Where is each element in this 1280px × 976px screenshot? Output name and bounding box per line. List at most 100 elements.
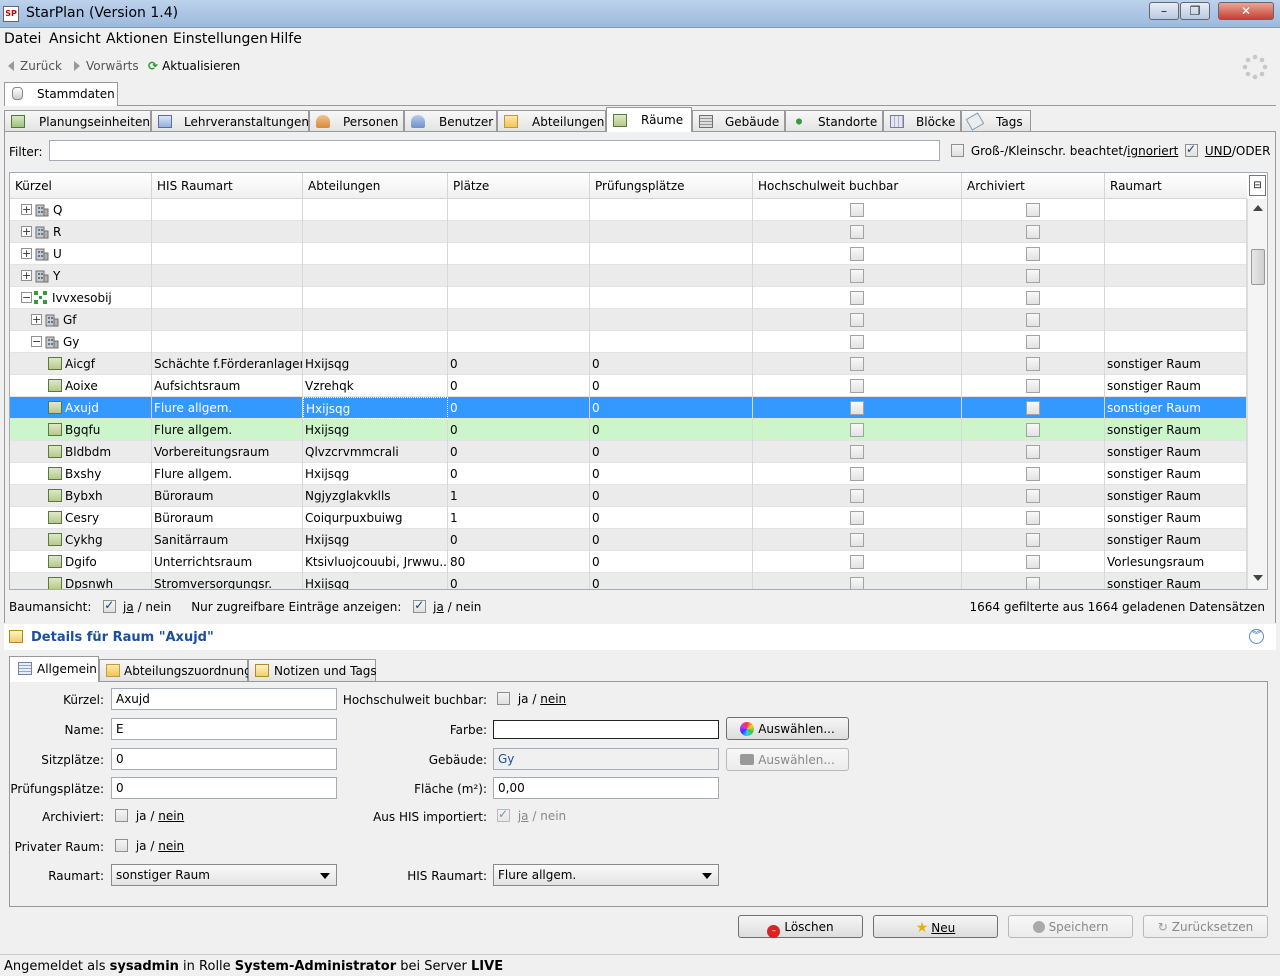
table-row[interactable]: Axujd Flure allgem. Hxijsqg 0 0 sonstiger Rau… [10, 397, 1247, 419]
forward-button[interactable]: Vorwärts [74, 59, 139, 73]
scroll-up-icon[interactable] [1253, 205, 1263, 211]
table-row[interactable]: + Gf [10, 309, 1247, 331]
table-row[interactable]: + U [10, 243, 1247, 265]
tab-abteilungen[interactable]: Abteilungen [497, 110, 606, 132]
expand-icon[interactable]: + [21, 248, 32, 259]
flaeche-field[interactable]: 0,00 [493, 777, 719, 799]
archiviert-checkbox[interactable] [1026, 203, 1040, 217]
hochschulweit-checkbox[interactable] [850, 203, 864, 217]
tab-tags[interactable]: Tags [961, 110, 1031, 132]
baumansicht-nein[interactable]: / nein [138, 600, 172, 614]
table-row[interactable]: Bxshy Flure allgem. Hxijsqg 0 0 sonstiger Rau… [10, 463, 1247, 485]
collapse-icon[interactable]: − [31, 336, 42, 347]
expand-icon[interactable]: + [21, 204, 32, 215]
column-header-raumart[interactable]: Raumart [1105, 173, 1247, 199]
archiviert-checkbox[interactable] [115, 809, 128, 822]
table-row[interactable]: Bgqfu Flure allgem. Hxijsqg 0 0 sonstiger Rau… [10, 419, 1247, 441]
tab-abteilungszuordnung[interactable]: Abteilungszuordnung [99, 659, 252, 681]
archiviert-checkbox[interactable] [1026, 577, 1040, 589]
menu-ansicht[interactable]: Ansicht [49, 31, 101, 47]
collapse-details-icon[interactable]: ︾ [1249, 629, 1264, 644]
hochschulweit-checkbox[interactable] [850, 489, 864, 503]
tab-allgemein[interactable]: Allgemein [9, 656, 99, 682]
tab-notizen-tags[interactable]: Notizen und Tags [248, 659, 377, 681]
hochschulweit-checkbox[interactable] [497, 692, 510, 705]
hochschulweit-checkbox[interactable] [850, 269, 864, 283]
table-row[interactable]: Dgifo Unterrichtsraum Ktsivluojcouubi, Jrw… [10, 551, 1247, 573]
column-header-plaetze[interactable]: Plätze [448, 173, 590, 199]
archiviert-checkbox[interactable] [1026, 247, 1040, 261]
pruefungsplaetze-field[interactable]: 0 [111, 777, 337, 799]
archiviert-checkbox[interactable] [1026, 291, 1040, 305]
farbe-choose-button[interactable]: Auswählen... [726, 717, 849, 740]
archiviert-checkbox[interactable] [1026, 401, 1040, 415]
minimize-button[interactable]: – [1149, 2, 1179, 20]
und-oder-checkbox[interactable] [1185, 142, 1198, 157]
name-field[interactable]: E [111, 718, 337, 740]
column-header-kuerzel[interactable]: Kürzel [10, 173, 152, 199]
archiviert-checkbox[interactable] [1026, 489, 1040, 503]
archiviert-checkbox[interactable] [1026, 313, 1040, 327]
maximize-button[interactable]: ❐ [1180, 2, 1210, 20]
tab-standorte[interactable]: Standorte [785, 110, 883, 132]
collapse-icon[interactable]: − [21, 292, 32, 303]
table-row[interactable]: − Ivvxesobij [10, 287, 1247, 309]
tab-lehrveranstaltungen[interactable]: Lehrveranstaltungen [151, 110, 309, 132]
archiviert-checkbox[interactable] [1026, 511, 1040, 525]
expand-icon[interactable]: + [31, 314, 42, 325]
column-header-archiviert[interactable]: Archiviert [962, 173, 1105, 199]
baumansicht-ja[interactable]: ja [123, 600, 134, 614]
table-row[interactable]: + Q [10, 199, 1247, 221]
hochschulweit-checkbox[interactable] [850, 357, 864, 371]
table-row[interactable]: + R [10, 221, 1247, 243]
archiviert-checkbox[interactable] [1026, 269, 1040, 283]
delete-button[interactable]: – Löschen [738, 915, 863, 938]
hochschulweit-checkbox[interactable] [850, 291, 864, 305]
archiviert-checkbox[interactable] [1026, 225, 1040, 239]
expand-icon[interactable]: + [21, 226, 32, 237]
table-row[interactable]: − Gy [10, 331, 1247, 353]
table-row[interactable]: Cykhg Sanitärraum Hxijsqg 0 0 sonstiger Raum [10, 529, 1247, 551]
und-label[interactable]: UND [1205, 144, 1232, 158]
refresh-button[interactable]: ⟳ Aktualisieren [148, 59, 240, 73]
archiviert-checkbox[interactable] [1026, 357, 1040, 371]
kuerzel-field[interactable]: Axujd [111, 688, 337, 710]
tab-planungseinheiten[interactable]: Planungseinheiten [4, 110, 151, 132]
hochschulweit-checkbox[interactable] [850, 445, 864, 459]
hochschulweit-nein[interactable]: nein [540, 692, 566, 706]
case-ignoriert-label[interactable]: ignoriert [1127, 144, 1178, 158]
table-row[interactable]: Aicgf Schächte f.Förderanlagen Hxijsqg 0 0 so… [10, 353, 1247, 375]
nur-zugreifbar-nein[interactable]: / nein [448, 600, 482, 614]
archiviert-checkbox[interactable] [1026, 423, 1040, 437]
hochschulweit-checkbox[interactable] [850, 379, 864, 393]
hochschulweit-checkbox[interactable] [850, 533, 864, 547]
column-header-hochschulweit[interactable]: Hochschulweit buchbar [753, 173, 962, 199]
raumart-select[interactable]: sonstiger Raum [111, 864, 337, 886]
hochschulweit-checkbox[interactable] [850, 577, 864, 589]
scroll-down-icon[interactable] [1253, 575, 1263, 581]
hochschulweit-checkbox[interactable] [850, 225, 864, 239]
tab-bloecke[interactable]: Blöcke [883, 110, 961, 132]
back-button[interactable]: Zurück [8, 59, 62, 73]
table-row[interactable]: Bybxh Büroraum Ngjyzglakvklls 1 0 sonstiger R… [10, 485, 1247, 507]
nur-zugreifbar-ja[interactable]: ja [433, 600, 444, 614]
archiviert-checkbox[interactable] [1026, 467, 1040, 481]
tab-gebaeude[interactable]: Gebäude [692, 110, 785, 132]
hochschulweit-checkbox[interactable] [850, 247, 864, 261]
hochschulweit-checkbox[interactable] [850, 313, 864, 327]
hochschulweit-checkbox[interactable] [850, 555, 864, 569]
hochschulweit-checkbox[interactable] [850, 511, 864, 525]
menu-hilfe[interactable]: Hilfe [270, 31, 302, 47]
table-row[interactable]: + Y [10, 265, 1247, 287]
column-header-his-raumart[interactable]: HIS Raumart [152, 173, 303, 199]
table-row[interactable]: Bldbdm Vorbereitungsraum Qlvzcrvmmcrali 0 0 s… [10, 441, 1247, 463]
case-sensitive-checkbox[interactable] [951, 144, 964, 157]
vertical-scrollbar[interactable] [1247, 199, 1267, 589]
tab-benutzer[interactable]: Benutzer [404, 110, 497, 132]
archiviert-checkbox[interactable] [1026, 379, 1040, 393]
close-button[interactable]: ✕ [1218, 2, 1274, 20]
archiviert-ja[interactable]: ja [136, 809, 147, 823]
hochschulweit-checkbox[interactable] [850, 401, 864, 415]
privater-raum-nein[interactable]: nein [158, 839, 184, 853]
table-row[interactable]: Aoixe Aufsichtsraum Vzrehqk 0 0 sonstiger Rau… [10, 375, 1247, 397]
